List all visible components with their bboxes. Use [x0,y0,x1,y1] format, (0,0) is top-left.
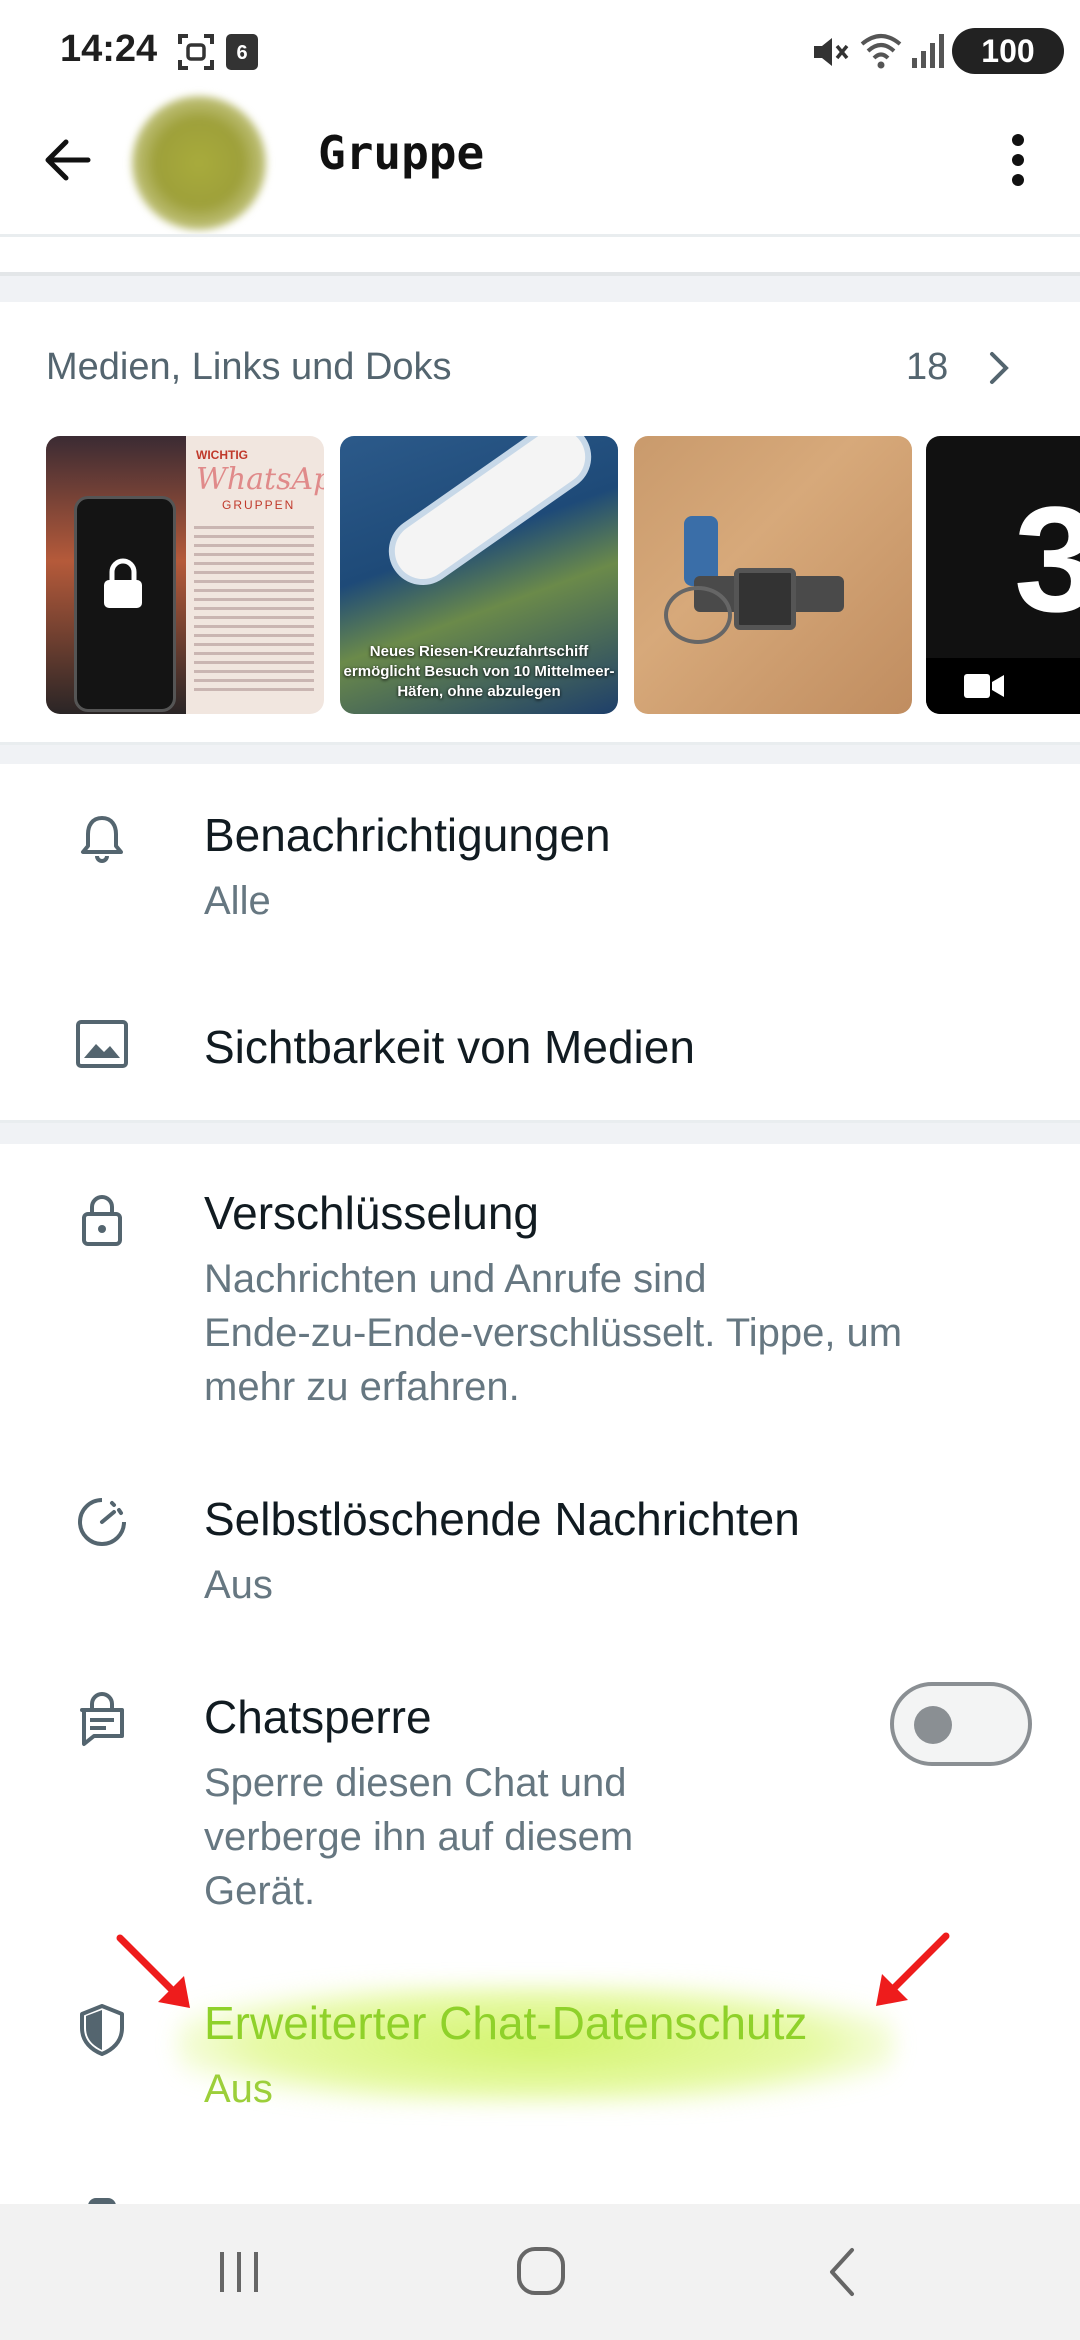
subtitle-line: Sperre diesen Chat und [204,1761,627,1805]
mute-icon [814,38,849,66]
group-title[interactable]: Gruppe [318,126,484,180]
settings-item-title[interactable]: Verschlüsselung [204,1186,539,1240]
annotation-arrow-right [876,1932,950,2006]
settings-item-subtitle: Sperre diesen Chat und verberge ihn auf … [204,1756,633,1918]
thumb-caption-line: ermöglicht Besuch von 10 Mittelmeer- [343,663,615,680]
section-divider [0,272,1080,276]
media-count[interactable]: 18 [906,346,948,389]
subtitle-line: Nachrichten und Anrufe sind [204,1257,707,1301]
settings-item-title[interactable]: Benachrichtigungen [204,808,611,862]
notification-badge: 6 [236,42,248,64]
calendar-icon: 6 [226,34,258,70]
settings-item-title[interactable]: Chatsperre [204,1690,432,1744]
chevron-right-icon[interactable] [984,350,1014,386]
subtitle-line: verberge ihn auf diesem [204,1815,634,1859]
section-divider [0,742,1080,745]
thumb-caption-line: Neues Riesen-Kreuzfahrtschiff [369,643,589,660]
thumb-caption-line: Häfen, ohne abzulegen [397,683,561,700]
section-gap [0,742,1080,764]
settings-item-subtitle: Aus [204,1563,273,1607]
settings-item-title[interactable]: Selbstlöschende Nachrichten [204,1492,800,1546]
settings-item-title[interactable]: Erweiterter Chat-Datenschutz [204,1996,807,2050]
media-thumbnail[interactable]: 3 [926,436,1080,714]
chat-lock-toggle[interactable] [890,1682,1032,1766]
lock-icon [82,1195,122,1246]
settings-item-subtitle: Alle [204,879,271,923]
group-avatar[interactable] [132,96,266,230]
section-gap [0,272,1080,302]
battery-indicator: 100 [952,28,1064,74]
timer-icon [78,1498,126,1546]
video-icon [964,674,1004,698]
lock-icon [104,558,142,608]
media-thumbnail[interactable] [634,436,912,714]
bell-icon [81,816,123,863]
arrow-left-icon[interactable] [36,128,100,192]
settings-item-title[interactable]: Sichtbarkeit von Medien [204,1020,695,1074]
back-nav-icon[interactable] [822,2244,862,2300]
settings-item-subtitle: Nachrichten und Anrufe sind Ende-zu-Ende… [204,1252,902,1414]
media-section-title[interactable]: Medien, Links und Doks [46,346,452,389]
signal-icon [912,34,944,68]
status-time: 14:24 [60,28,158,70]
settings-item-subtitle: Aus [204,2067,273,2111]
annotation-arrow-left [116,1934,190,2008]
header-divider [0,234,1080,237]
media-thumbnail[interactable]: Neues Riesen-Kreuzfahrtschiff ermöglicht… [340,436,618,714]
screenshot-icon [178,34,214,70]
more-vertical-icon[interactable] [998,130,1038,190]
section-divider [0,1120,1080,1123]
home-icon[interactable] [514,2244,568,2298]
subtitle-line: Ende-zu-Ende-verschlüsselt. Tippe, um [204,1311,903,1355]
subtitle-line: Gerät. [204,1869,316,1913]
media-thumbnail[interactable]: WICHTIG WhatsApp GRUPPEN [46,436,324,714]
subtitle-line: mehr zu erfahren. [204,1365,520,1409]
thumb-label: 3 [1014,475,1080,643]
wifi-icon [860,34,902,69]
chat-lock-icon [80,1692,124,1746]
section-gap [0,1120,1080,1144]
thumb-label: WICHTIG [196,448,248,462]
thumb-label: WhatsApp [196,462,324,497]
recent-apps-icon[interactable] [214,2246,264,2298]
toggle-knob [914,1706,952,1744]
image-icon [76,1020,128,1068]
thumb-label: GRUPPEN [222,498,296,512]
